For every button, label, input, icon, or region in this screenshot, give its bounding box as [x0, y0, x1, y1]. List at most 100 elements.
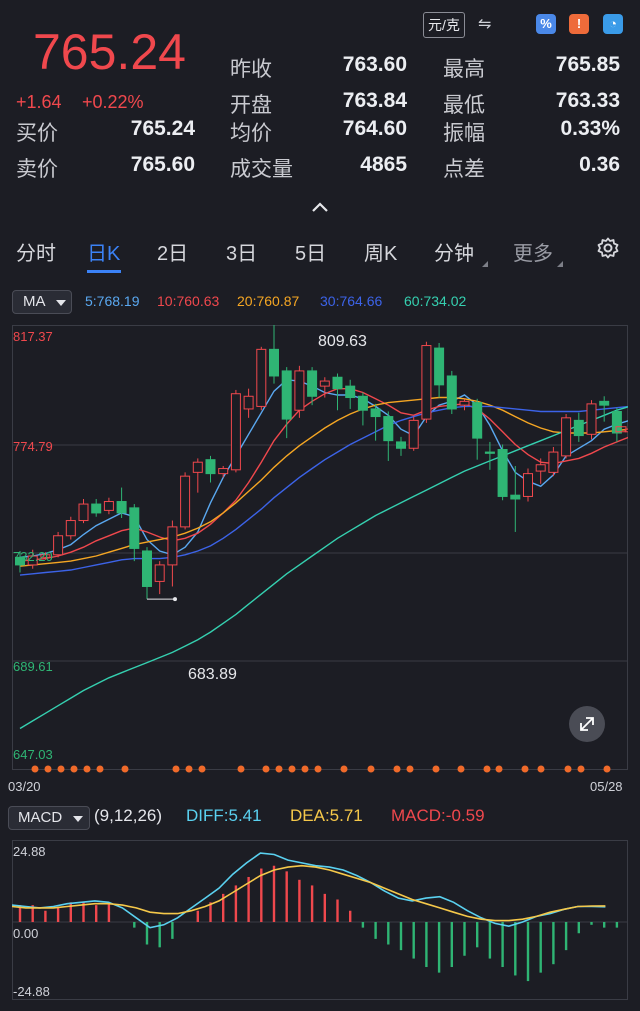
macd-frame — [12, 840, 628, 1000]
event-dot — [44, 765, 52, 773]
event-dot — [314, 765, 322, 773]
candle-body — [561, 417, 572, 457]
event-dot — [483, 765, 491, 773]
tab-minute[interactable]: 分钟 — [434, 237, 474, 266]
event-dot — [57, 765, 65, 773]
high-price-label: 809.63 — [318, 333, 367, 350]
macd-params: (9,12,26) — [94, 806, 163, 825]
low-marker-dot — [173, 597, 177, 602]
ma60-value: 60:734.02 — [404, 293, 467, 309]
event-dot — [301, 765, 309, 773]
kline-chart[interactable]: 817.37 774.79 732.20 689.61 647.03 809.6… — [12, 325, 628, 770]
candle-body — [256, 348, 267, 407]
bid-value: 765.24 — [130, 117, 195, 140]
candle-body — [586, 403, 597, 435]
ma60-line — [19, 406, 628, 730]
event-dot — [457, 765, 465, 773]
tab-more[interactable]: 更多 — [513, 237, 553, 266]
stat-label: 开盘 — [230, 94, 272, 117]
last-price: 765.24 — [33, 24, 186, 80]
candle-body — [53, 535, 64, 556]
ma30-value: 30:764.66 — [320, 293, 383, 309]
y-axis-label: 774.79 — [13, 439, 53, 454]
candle-body — [91, 503, 102, 514]
stat-value: 764.60 — [342, 117, 407, 140]
pie-chart-icon[interactable]: ◔ — [603, 14, 623, 34]
stat-label: 昨收 — [230, 58, 272, 81]
candle-body — [65, 520, 76, 537]
event-dot — [70, 765, 78, 773]
collapse-chevron-icon[interactable] — [310, 198, 330, 214]
candle-body — [180, 475, 191, 528]
event-dot — [31, 765, 39, 773]
tab-week-k[interactable]: 周K — [364, 237, 397, 266]
candle-body — [434, 347, 445, 386]
candle-body — [78, 503, 89, 522]
unit-toggle-button[interactable]: 元/克 — [423, 12, 465, 38]
chevron-down-icon — [56, 300, 66, 306]
macd-chart[interactable]: 24.88 0.00 -24.88 — [12, 840, 628, 1000]
macd-dea-value: DEA:5.71 — [290, 806, 363, 825]
candle-body — [103, 501, 114, 511]
ma20-value: 20:760.87 — [237, 293, 300, 309]
candle-body — [446, 375, 457, 410]
tab-fenshi[interactable]: 分时 — [16, 237, 56, 266]
event-dot — [367, 765, 375, 773]
event-dot — [564, 765, 572, 773]
candle-body — [383, 416, 394, 442]
y-axis-label: 732.20 — [13, 549, 53, 564]
candle-body — [142, 550, 152, 587]
stat-label: 最高 — [443, 58, 485, 81]
tab-day-k[interactable]: 日K — [87, 237, 120, 266]
candle-body — [307, 370, 318, 397]
candle-body — [523, 473, 533, 497]
swap-icon[interactable]: ⇋ — [478, 14, 491, 34]
candle-body — [548, 451, 559, 473]
tab-2day[interactable]: 2日 — [157, 237, 188, 266]
candle-body — [599, 400, 610, 406]
stat-value: 763.60 — [342, 53, 407, 76]
tab-5day[interactable]: 5日 — [295, 237, 326, 266]
candle-body — [205, 459, 216, 475]
expand-icon — [580, 717, 594, 731]
ma10-line — [19, 388, 628, 562]
tab-3day[interactable]: 3日 — [226, 237, 257, 266]
candle-body — [535, 464, 546, 472]
end-date-label: 05/28 — [590, 779, 623, 794]
candle-body — [154, 564, 165, 582]
candle-body — [357, 395, 368, 411]
candle-body — [319, 380, 330, 387]
event-dot — [288, 765, 296, 773]
candle-alert-icon[interactable]: ! — [569, 14, 589, 34]
event-dot — [83, 765, 91, 773]
macd-y-label: 0.00 — [13, 926, 39, 941]
macd-selector[interactable]: MACD — [8, 806, 90, 830]
stat-label: 最低 — [443, 94, 485, 117]
event-dot — [521, 765, 529, 773]
event-dot — [172, 765, 180, 773]
percent-icon[interactable]: % — [536, 14, 556, 34]
macd-y-label: -24.88 — [13, 984, 50, 999]
candle-body — [294, 370, 305, 411]
candle-body — [230, 393, 241, 471]
candle-body — [116, 501, 127, 514]
macd-hist-value: MACD:-0.59 — [391, 806, 485, 825]
fullscreen-button[interactable] — [569, 706, 605, 742]
event-dot — [237, 765, 245, 773]
candle-body — [192, 461, 203, 473]
event-dot — [185, 765, 193, 773]
candle-body — [129, 507, 140, 549]
ma30-line — [19, 405, 628, 576]
dropdown-corner-icon — [557, 261, 563, 267]
ma-selector[interactable]: MA — [12, 290, 72, 314]
candle-body — [370, 408, 381, 418]
candle-body — [332, 376, 343, 390]
candle-body — [484, 451, 495, 454]
kline-svg — [12, 325, 628, 770]
start-date-label: 03/20 — [8, 779, 41, 794]
candle-body — [497, 449, 508, 497]
stat-label: 振幅 — [443, 122, 485, 145]
price-change-pct: +0.22% — [82, 92, 144, 112]
candle-body — [269, 348, 279, 377]
settings-gear-icon[interactable] — [596, 236, 620, 265]
